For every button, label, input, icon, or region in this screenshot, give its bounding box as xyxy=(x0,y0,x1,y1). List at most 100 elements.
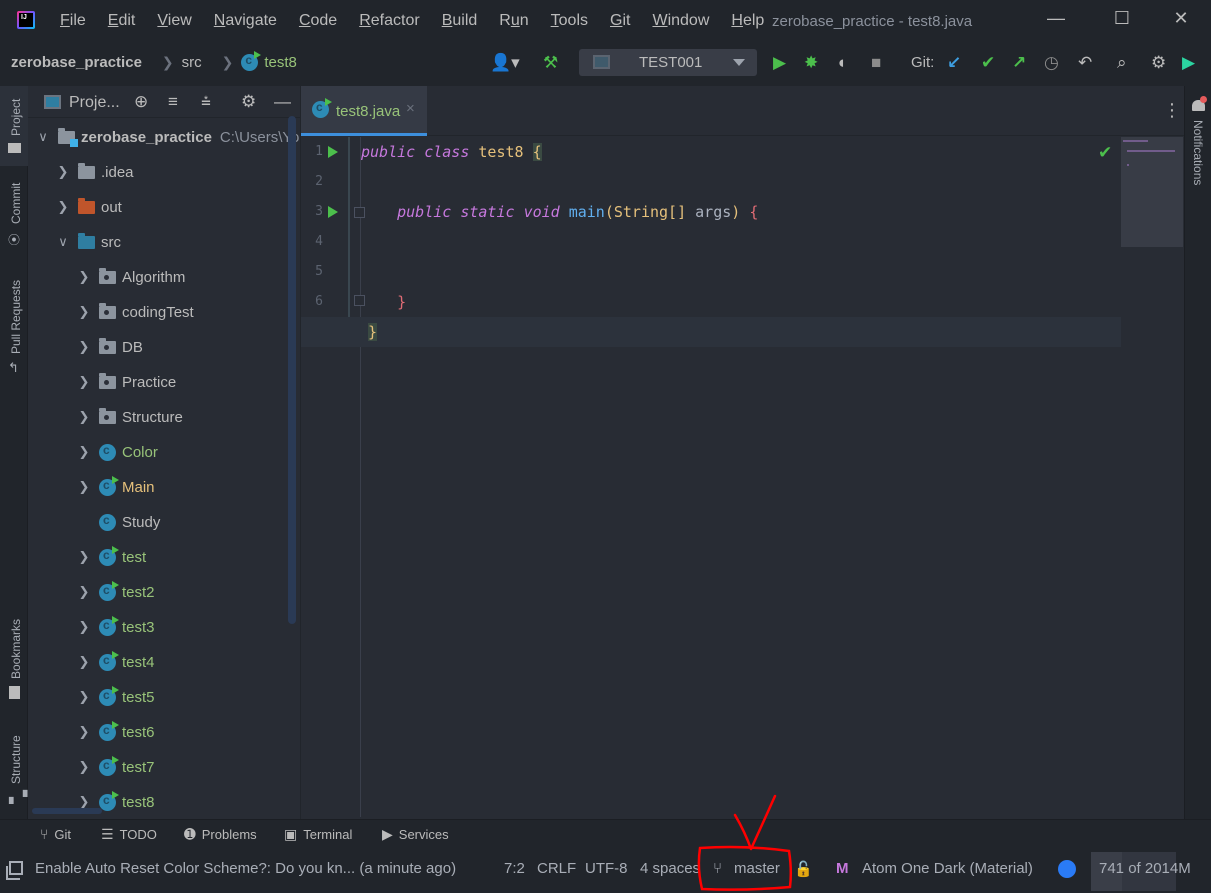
git-push-icon[interactable]: ↗ xyxy=(1012,53,1026,73)
expand-all-icon[interactable]: ≡ xyxy=(168,92,178,112)
chevron-right-icon[interactable]: ❯ xyxy=(77,619,91,635)
close-window-button[interactable]: ✕ xyxy=(1171,8,1191,28)
tree-item-test[interactable]: ❯ test xyxy=(77,545,146,569)
menu-run[interactable]: Run xyxy=(499,12,528,30)
chevron-right-icon[interactable]: ❯ xyxy=(77,584,91,600)
menu-code[interactable]: Code xyxy=(299,12,337,30)
toolbox-icon[interactable]: ▶ xyxy=(1182,53,1195,73)
chevron-right-icon[interactable]: ❯ xyxy=(77,409,91,425)
menu-file[interactable]: File xyxy=(60,12,86,30)
tree-item-test2[interactable]: ❯ test2 xyxy=(77,580,155,604)
tree-item-test3[interactable]: ❯ test3 xyxy=(77,615,155,639)
tree-item-idea[interactable]: ❯ .idea xyxy=(56,160,134,184)
menu-help[interactable]: Help xyxy=(731,12,764,30)
tree-item-test6[interactable]: ❯ test6 xyxy=(77,720,155,744)
project-vertical-scrollbar[interactable] xyxy=(288,116,296,624)
event-log-icon[interactable] xyxy=(6,861,23,880)
tree-item-structure[interactable]: ❯ Structure xyxy=(77,405,183,429)
tool-window-git[interactable]: ⑂ Git xyxy=(40,826,71,842)
memory-indicator[interactable]: 741 of 2014M xyxy=(1091,852,1191,891)
breadcrumb-project[interactable]: zerobase_practice xyxy=(11,54,142,71)
maximize-button[interactable]: ☐ xyxy=(1112,8,1132,28)
indent-setting[interactable]: 4 spaces xyxy=(640,860,700,877)
tool-window-terminal[interactable]: ▣ Terminal xyxy=(284,826,352,843)
chevron-right-icon[interactable]: ❯ xyxy=(77,759,91,775)
chevron-right-icon[interactable]: ❯ xyxy=(56,164,70,180)
menu-view[interactable]: View xyxy=(157,12,191,30)
menu-git[interactable]: Git xyxy=(610,12,630,30)
breadcrumb-file[interactable]: test8 xyxy=(264,54,297,71)
run-class-gutter-icon[interactable] xyxy=(328,146,338,158)
menu-build[interactable]: Build xyxy=(442,12,478,30)
menu-navigate[interactable]: Navigate xyxy=(214,12,277,30)
run-icon[interactable]: ▶ xyxy=(773,53,786,73)
tree-item-test4[interactable]: ❯ test4 xyxy=(77,650,155,674)
run-main-gutter-icon[interactable] xyxy=(328,206,338,218)
tree-item-codingtest[interactable]: ❯ codingTest xyxy=(77,300,194,324)
project-view-selector[interactable]: Proje... xyxy=(69,94,120,112)
theme-name[interactable]: Atom One Dark (Material) xyxy=(862,860,1033,877)
tab-structure[interactable]: Structure ▖▝ xyxy=(0,724,28,809)
tool-window-todo[interactable]: ☰ TODO xyxy=(101,826,157,843)
chevron-right-icon[interactable]: ❯ xyxy=(77,724,91,740)
chevron-right-icon[interactable]: ❯ xyxy=(77,269,91,285)
tree-item-test7[interactable]: ❯ test7 xyxy=(77,755,155,779)
settings-icon[interactable]: ⚙ xyxy=(1151,53,1166,73)
rollback-icon[interactable]: ↶ xyxy=(1078,53,1092,73)
more-options-icon[interactable]: ⋮ xyxy=(1163,100,1181,121)
settings-icon[interactable]: ⚙ xyxy=(241,92,256,112)
debug-icon[interactable]: ✸ xyxy=(804,53,818,73)
history-icon[interactable]: ◷ xyxy=(1044,53,1059,73)
tree-item-color[interactable]: ❯ Color xyxy=(77,440,158,464)
chevron-right-icon[interactable]: ❯ xyxy=(77,374,91,390)
chevron-right-icon[interactable]: ❯ xyxy=(77,654,91,670)
code-minimap[interactable] xyxy=(1121,137,1183,247)
tree-item-test5[interactable]: ❯ test5 xyxy=(77,685,155,709)
search-icon[interactable]: ⌕ xyxy=(1117,53,1127,73)
tree-item-algorithm[interactable]: ❯ Algorithm xyxy=(77,265,185,289)
menu-window[interactable]: Window xyxy=(652,12,709,30)
tab-project[interactable]: Project xyxy=(0,86,28,166)
tab-pull-requests[interactable]: Pull Requests ↰ xyxy=(0,272,28,377)
tree-item-study[interactable]: Study xyxy=(77,510,160,534)
chevron-right-icon[interactable]: ❯ xyxy=(77,444,91,460)
chevron-right-icon[interactable]: ❯ xyxy=(77,304,91,320)
intellij-logo-icon[interactable]: IJ xyxy=(17,11,35,29)
locate-file-icon[interactable]: ⊕ xyxy=(134,92,148,112)
chevron-down-icon[interactable]: ∨ xyxy=(56,234,70,250)
inspection-ok-icon[interactable]: ✔ xyxy=(1098,143,1112,163)
breadcrumb-folder[interactable]: src xyxy=(182,54,202,71)
line-separator[interactable]: CRLF xyxy=(537,860,576,877)
tab-bookmarks[interactable]: Bookmarks xyxy=(0,611,28,706)
profile-icon[interactable]: 👤▾ xyxy=(490,53,520,73)
build-hammer-icon[interactable]: ⚒ xyxy=(543,53,558,73)
chevron-down-icon[interactable]: ∨ xyxy=(36,129,50,145)
chevron-right-icon[interactable]: ❯ xyxy=(77,689,91,705)
collapse-all-icon[interactable]: ⩮ xyxy=(201,92,211,112)
project-horizontal-scrollbar[interactable] xyxy=(32,808,102,814)
chevron-right-icon[interactable]: ❯ xyxy=(77,479,91,495)
tool-window-problems[interactable]: ➊ Problems xyxy=(184,826,257,843)
status-message[interactable]: Enable Auto Reset Color Scheme?: Do you … xyxy=(35,860,456,877)
tree-item-src[interactable]: ∨ src xyxy=(56,230,121,254)
tree-item-db[interactable]: ❯ DB xyxy=(77,335,143,359)
chevron-right-icon[interactable]: ❯ xyxy=(77,549,91,565)
tab-test8-java[interactable]: test8.java × xyxy=(301,86,427,136)
menu-refactor[interactable]: Refactor xyxy=(359,12,419,30)
tab-commit[interactable]: Commit ⦿ xyxy=(0,176,28,247)
minimize-button[interactable]: — xyxy=(1046,8,1066,28)
theme-accent-indicator[interactable] xyxy=(1058,860,1076,878)
tree-item-main[interactable]: ❯ Main xyxy=(77,475,155,499)
file-encoding[interactable]: UTF-8 xyxy=(585,860,628,877)
git-commit-icon[interactable]: ✔ xyxy=(981,53,995,73)
git-branch-widget[interactable]: master xyxy=(734,860,780,877)
chevron-right-icon[interactable]: ❯ xyxy=(77,339,91,355)
tab-notifications[interactable]: Notifications xyxy=(1191,120,1205,185)
tool-window-services[interactable]: ▶ Services xyxy=(382,826,449,843)
unlock-icon[interactable]: 🔓 xyxy=(794,860,813,878)
caret-position[interactable]: 7:2 xyxy=(504,860,525,877)
stop-icon[interactable]: ■ xyxy=(871,53,881,73)
hide-panel-icon[interactable]: — xyxy=(274,92,291,112)
menu-edit[interactable]: Edit xyxy=(108,12,136,30)
tree-root[interactable]: ∨ zerobase_practice C:\Users\Yo xyxy=(36,125,299,149)
